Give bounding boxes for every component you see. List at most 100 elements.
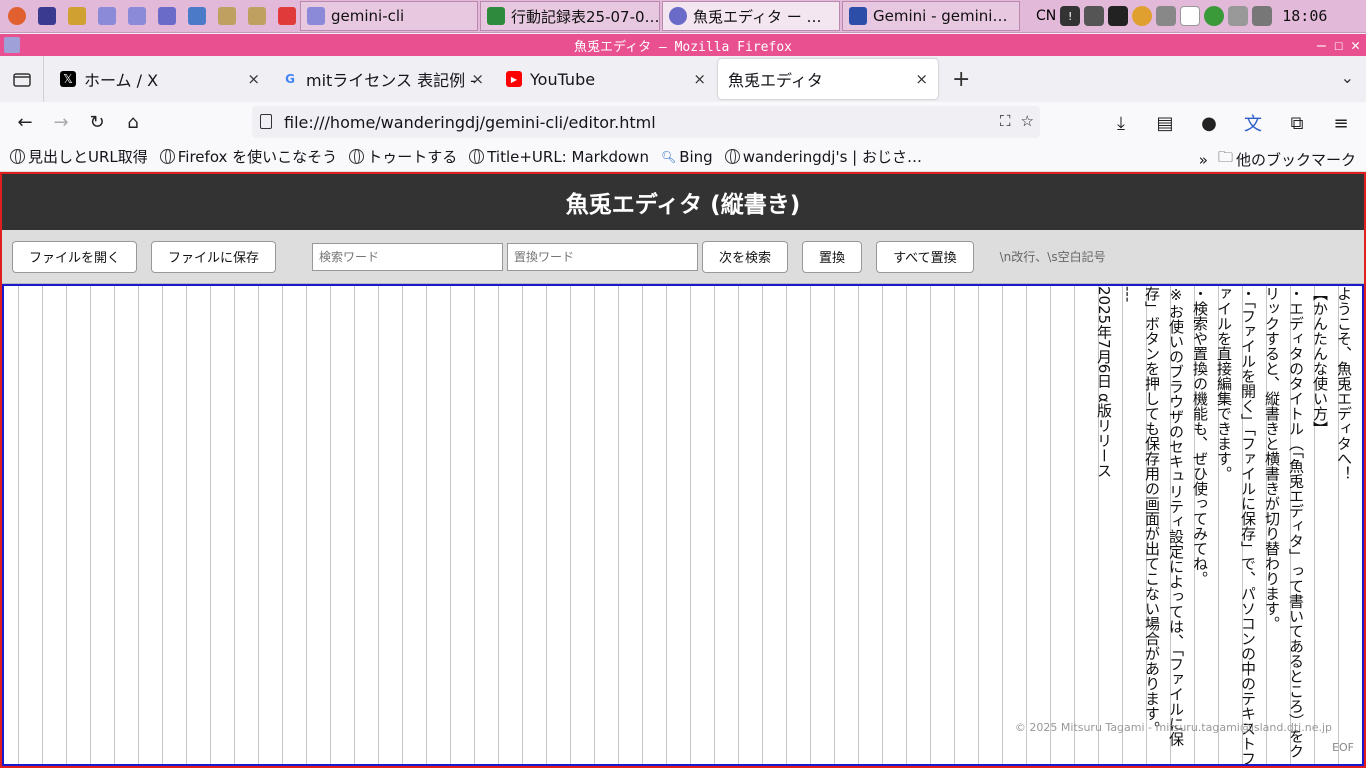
replace-input[interactable] [507,242,699,271]
drive-icon[interactable] [1228,6,1249,26]
tab-uoto-editor[interactable]: 魚兎エディタ × [718,59,938,99]
alert-icon[interactable]: ! [1060,6,1081,26]
maximize-button[interactable]: ☐ [1334,36,1343,54]
tab-mit-license[interactable]: G mitライセンス 表記例 - × [272,59,494,99]
bookmark-item[interactable]: トゥートする [349,146,457,167]
vertical-text-editor[interactable]: ようこそ、魚兎エディタへ！ 【かんたんな使い方】 ・エディタのタイトル（「魚兎エ… [2,284,1364,766]
close-window-button[interactable]: ✕ [1351,36,1360,54]
task-label: 魚兎エディタ ー … [693,7,822,26]
tab-x-home[interactable]: 𝕏 ホーム / X × [50,59,270,99]
bookmark-item[interactable]: Firefox を使いこなそう [159,146,338,167]
bookmark-item[interactable]: Title+URL: Markdown [469,148,649,166]
os-taskbar: gemini-cli 行動記録表25-07-0… 魚兎エディタ ー … Gemi… [0,0,1366,33]
window-app-icon[interactable] [4,37,20,53]
chevron-right-icon[interactable]: » [1199,151,1208,169]
bookmarks-bar: 見出しとURL取得 Firefox を使いこなそう トゥートする Title+U… [0,142,1366,172]
editor-app-icon[interactable] [184,3,210,29]
firefox-icon [669,7,687,25]
translate-extension-icon[interactable]: 文 [1236,106,1270,140]
display-app-icon[interactable] [154,3,180,29]
url-bar[interactable]: file:///home/wanderingdj/gemini-cli/edit… [252,106,1040,138]
copyright-footer: © 2025 Mitsuru Tagami - mitsuru.tagami@i… [1014,721,1332,734]
tab-label: ホーム / X [84,71,159,90]
globe-icon [349,149,365,164]
arrow2-app-icon[interactable] [244,3,270,29]
tab-youtube[interactable]: ▶ YouTube × [496,59,716,99]
globe-icon [10,149,25,164]
tab-label: mitライセンス 表記例 - [306,71,476,90]
sidebar-icon[interactable]: ▤ [1148,106,1182,140]
app-menu-icon[interactable] [4,3,30,29]
bookmark-star-icon[interactable]: ☆ [1021,112,1034,130]
search-input[interactable] [312,242,504,271]
bookmark-item[interactable]: wanderingdj's | おじさ… [724,146,922,167]
clipboard-icon[interactable] [1180,6,1201,26]
forward-icon[interactable]: → [44,105,78,139]
bookmark-item[interactable]: 🔍︎ Bing [661,148,713,166]
bookmark-item[interactable]: 見出しとURL取得 [10,146,148,167]
url-actions: ⛶ ☆ [1000,112,1034,130]
clock[interactable]: 18:06 [1282,7,1327,25]
task-firefox[interactable]: 魚兎エディタ ー … [662,1,840,31]
spreadsheet-icon [487,7,505,25]
files2-app-icon[interactable] [124,3,150,29]
close-tab-icon[interactable]: × [471,70,484,88]
account-icon[interactable]: ● [1192,106,1226,140]
tab-overview-icon[interactable] [0,56,44,102]
url-text[interactable]: file:///home/wanderingdj/gemini-cli/edit… [284,113,656,132]
extensions-icon[interactable]: ⧉ [1280,106,1314,140]
bookmark-label: トゥートする [367,148,458,166]
bookmark-label: Bing [679,147,713,166]
replace-all-button[interactable]: すべて置換 [876,240,974,273]
navigation-bar: ← → ↻ ⌂ file:///home/wanderingdj/gemini-… [0,102,1366,142]
reload-icon[interactable]: ↻ [80,105,114,139]
task-gemini[interactable]: Gemini - gemini… [842,1,1020,31]
bookmark-label: Firefox を使いこなそう [177,148,338,166]
settings-app-icon[interactable] [64,3,90,29]
editor-line: 2025年7月6日 α版リリース [1095,286,1113,478]
tools-icon[interactable] [1156,6,1177,26]
open-file-button[interactable]: ファイルを開く [12,240,138,273]
signal-icon[interactable] [1084,6,1105,26]
find-next-button[interactable]: 次を検索 [702,240,789,273]
new-tab-button[interactable]: + [952,67,970,92]
escape-hint: \n改行、\s空白記号 [999,250,1106,264]
close-tab-icon[interactable]: × [247,70,260,88]
other-bookmarks[interactable]: 🗀︎ 他のブックマーク [1218,147,1356,172]
close-tab-icon[interactable]: × [915,70,928,88]
minimize-button[interactable]: — [1317,36,1326,54]
home-icon[interactable]: ⌂ [116,105,150,139]
system-tray: CN ! 18:06 [1036,0,1327,33]
shield-icon[interactable] [1108,6,1129,26]
window-titlebar: 魚兎エディタ — Mozilla Firefox — ☐ ✕ [0,34,1366,56]
tab-label: YouTube [530,69,596,89]
list-all-tabs-icon[interactable]: ⌄ [1341,68,1354,87]
editor-line: ・「ファイルを開く」「ファイルに保存」で、パソコンの中のテキストファイルを直接編… [1215,286,1257,766]
search-icon: 🔍︎ [660,149,677,164]
task-gemini-cli[interactable]: gemini-cli [300,1,478,31]
window-title: 魚兎エディタ — Mozilla Firefox [574,39,792,55]
volume-icon[interactable] [1252,6,1273,26]
clock-app-icon[interactable] [1132,6,1153,26]
replace-button[interactable]: 置換 [802,240,863,273]
editor-text[interactable]: ようこそ、魚兎エディタへ！ 【かんたんな使い方】 ・エディタのタイトル（「魚兎エ… [1092,286,1356,766]
close-tab-icon[interactable]: × [693,70,706,88]
app-title[interactable]: 魚兎エディタ (縦書き) [2,174,1364,230]
tab-strip: 𝕏 ホーム / X × G mitライセンス 表記例 - × ▶ YouTube… [0,56,1366,102]
arrow-app-icon[interactable] [214,3,240,29]
back-icon[interactable]: ← [8,105,42,139]
downloads-icon[interactable]: ⤓ [1104,106,1138,140]
vivaldi-icon[interactable] [274,3,300,29]
youtube-icon: ▶ [506,71,522,87]
input-method-label[interactable]: CN [1036,8,1056,24]
save-file-button[interactable]: ファイルに保存 [151,240,277,273]
power-icon[interactable] [1204,6,1225,26]
menu-icon[interactable]: ≡ [1324,106,1358,140]
files-app-icon[interactable] [94,3,120,29]
folder-icon: 🗀︎ [1217,148,1233,166]
translate-icon[interactable]: ⛶ [1000,112,1011,130]
task-spreadsheet[interactable]: 行動記録表25-07-0… [480,1,660,31]
google-icon: G [285,72,295,86]
editor-line: --- [1119,286,1137,303]
window-list-icon[interactable] [34,3,60,29]
